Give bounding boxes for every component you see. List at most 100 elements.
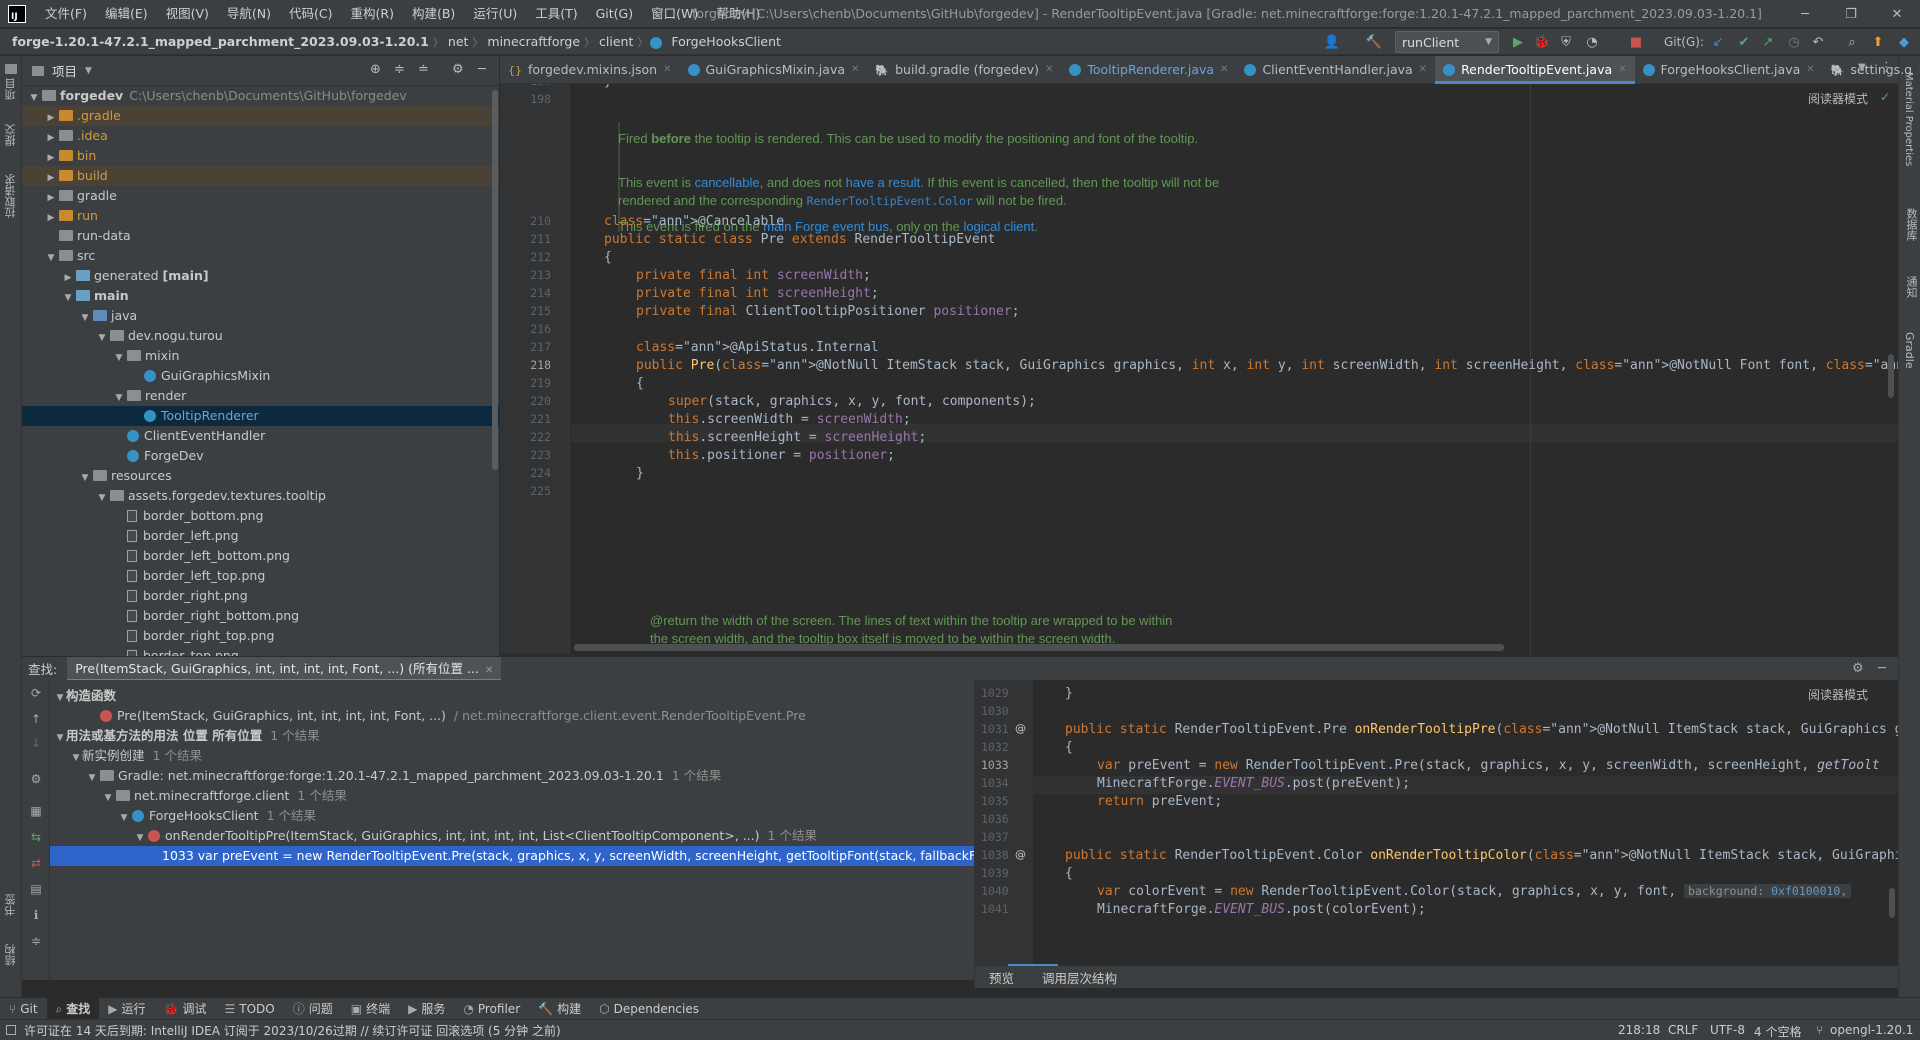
project-scrollbar[interactable] <box>492 90 498 470</box>
more-options-icon[interactable]: ⋮ <box>1880 60 1893 75</box>
profile-icon[interactable]: ◔ <box>1582 33 1602 51</box>
rerun-icon[interactable]: ⟳ <box>28 686 44 702</box>
coverage-icon[interactable]: ⛨ <box>1556 33 1576 51</box>
chevron-down-icon[interactable]: ▼ <box>134 828 146 848</box>
pull-requests-tool-label[interactable]: 拉取请求 <box>3 174 19 218</box>
editor-horizontal-scrollbar[interactable] <box>574 644 1504 651</box>
menu-item[interactable]: 视图(V) <box>157 0 218 28</box>
collapse-all-icon[interactable]: ≐ <box>418 62 429 77</box>
debug-icon[interactable]: 🐞 <box>1532 33 1552 51</box>
annotation-gutter-icon[interactable]: @ <box>1015 722 1026 735</box>
git-commit-icon[interactable]: ✔ <box>1734 33 1754 51</box>
tree-node[interactable]: ▶ .gradle <box>22 106 499 126</box>
tree-node[interactable]: ▶ .idea <box>22 126 499 146</box>
file-encoding[interactable]: UTF-8 <box>1710 1023 1745 1037</box>
find-result-row[interactable]: ▼ onRenderTooltipPre(ItemStack, GuiGraphi… <box>50 826 974 846</box>
run-icon[interactable]: ▶ <box>1508 33 1528 51</box>
menu-item[interactable]: 代码(C) <box>280 0 341 28</box>
inspection-ok-icon[interactable]: ✓ <box>1880 90 1890 104</box>
tree-node[interactable]: border_left_bottom.png <box>22 546 499 566</box>
find-result-row[interactable]: ▼ ForgeHooksClient 1 个结果 <box>50 806 974 826</box>
status-message[interactable]: 许可证在 14 天后到期: IntelliJ IDEA 订阅于 2023/10/… <box>16 1022 561 1039</box>
editor-tab[interactable]: TooltipRenderer.java ✕ <box>1061 56 1236 84</box>
preview-reader-mode-toggle[interactable]: 阅读器模式 <box>1808 686 1868 703</box>
updates-icon[interactable]: ⬆ <box>1868 33 1888 51</box>
tool-window-problems[interactable]: ⓘ 问题 <box>284 998 342 1020</box>
project-panel-title[interactable]: 项目 <box>52 61 77 80</box>
tool-window-terminal[interactable]: ▣ 终端 <box>342 998 399 1020</box>
tree-node[interactable]: border_left_top.png <box>22 566 499 586</box>
close-tab-icon[interactable]: ✕ <box>663 64 671 75</box>
chevron-down-icon[interactable]: ▼ <box>86 768 98 788</box>
close-tab-icon[interactable]: ✕ <box>851 64 859 75</box>
doc-link-cancellable[interactable]: cancellable <box>695 175 760 190</box>
tree-node[interactable]: border_bottom.png <box>22 506 499 526</box>
editor-tab[interactable]: GuiGraphicsMixin.java ✕ <box>680 56 868 84</box>
tool-window-dependencies[interactable]: ⬡ Dependencies <box>590 998 708 1020</box>
menu-item[interactable]: 重构(R) <box>342 0 403 28</box>
breadcrumb-forgehooksclient[interactable]: ForgeHooksClient <box>667 34 785 49</box>
tree-node[interactable]: ForgeDev <box>22 446 499 466</box>
menu-item[interactable]: Git(G) <box>587 0 643 28</box>
tree-node[interactable]: border_right.png <box>22 586 499 606</box>
tab-call-hierarchy[interactable]: 调用层次结构 <box>1028 968 1131 987</box>
tree-node[interactable]: ▼ resources <box>22 466 499 486</box>
chevron-down-icon[interactable]: ▼ <box>79 468 91 488</box>
preview-icon[interactable]: ▤ <box>28 882 44 898</box>
previous-occurrence-icon[interactable]: ↑ <box>28 712 44 728</box>
menu-item[interactable]: 工具(T) <box>526 0 586 28</box>
stop-icon[interactable]: ■ <box>1626 33 1646 51</box>
bookmarks-tool-label[interactable]: 书签 <box>3 894 19 916</box>
close-tab-icon[interactable]: ✕ <box>485 665 493 676</box>
tree-node[interactable]: ▼ src <box>22 246 499 266</box>
tool-window-todo[interactable]: ☰ TODO <box>216 998 284 1020</box>
find-result-row[interactable]: 1033 var preEvent = new RenderTooltipEve… <box>50 846 974 866</box>
find-result-row[interactable]: ▼ net.minecraftforge.client 1 个结果 <box>50 786 974 806</box>
user-icon[interactable]: 👤 <box>1322 33 1342 51</box>
code-editor[interactable]: 197 198 210 211 212 213 214 215 216 217 218 219 220 2… <box>500 84 1898 654</box>
caret-position[interactable]: 218:18 <box>1618 1023 1660 1037</box>
chevron-down-icon[interactable]: ▼ <box>113 348 125 368</box>
editor-tab[interactable]: 🐘settings.g✕ <box>1823 56 1920 84</box>
rollback-icon[interactable]: ↶ <box>1808 33 1828 51</box>
close-tab-icon[interactable]: ✕ <box>1220 64 1228 75</box>
chevron-down-icon[interactable]: ▼ <box>54 688 66 708</box>
hide-panel-icon[interactable]: ─ <box>1878 661 1886 676</box>
breadcrumb-root[interactable]: forge-1.20.1-47.2.1_mapped_parchment_202… <box>0 34 433 49</box>
tool-window-search[interactable]: ⌕ 查找 <box>46 997 100 1020</box>
gradle-tool-label[interactable]: Gradle <box>1903 332 1916 369</box>
chevron-right-icon[interactable]: ▶ <box>45 108 57 128</box>
chevron-right-icon[interactable]: ▶ <box>62 268 74 288</box>
chevron-down-icon[interactable]: ▼ <box>85 66 92 76</box>
show-read-access-icon[interactable]: ⇆ <box>28 830 44 846</box>
tree-node[interactable]: ▼ mixin <box>22 346 499 366</box>
material-properties-tool-label[interactable]: Material Properties <box>1903 72 1914 166</box>
tree-node[interactable]: GuiGraphicsMixin <box>22 366 499 386</box>
search-everywhere-icon[interactable]: ⌕ <box>1842 33 1862 51</box>
chevron-down-icon[interactable]: ▼ <box>113 388 125 408</box>
tab-preview[interactable]: 预览 <box>975 968 1028 987</box>
commit-tool-label[interactable]: 提交 <box>3 124 19 146</box>
info-icon[interactable]: ℹ <box>28 908 44 924</box>
settings-icon[interactable]: ⚙ <box>28 772 44 788</box>
chevron-down-icon[interactable]: ▼ <box>28 88 40 108</box>
chevron-down-icon[interactable]: ▼ <box>96 328 108 348</box>
preview-scrollbar[interactable] <box>1889 888 1895 918</box>
breadcrumb-client[interactable]: client <box>595 34 637 49</box>
next-occurrence-icon[interactable]: ↓ <box>28 736 44 752</box>
doc-code-ref[interactable]: RenderTooltipEvent.Color <box>807 194 973 208</box>
structure-tool-label[interactable]: 结构 <box>3 944 19 966</box>
tabs-overflow-icon[interactable]: ▼ <box>1858 62 1866 73</box>
editor-tab[interactable]: RenderTooltipEvent.java ✕ <box>1435 55 1635 84</box>
chevron-down-icon[interactable]: ▼ <box>62 288 74 308</box>
editor-tab[interactable]: 🐘 build.gradle (forgedev) ✕ <box>867 56 1061 84</box>
locate-icon[interactable]: ⊕ <box>370 62 381 77</box>
git-push-icon[interactable]: ↗ <box>1758 33 1778 51</box>
hide-panel-icon[interactable]: ─ <box>478 62 486 77</box>
tool-window-profiler[interactable]: ◔ Profiler <box>454 998 529 1020</box>
breadcrumb-net[interactable]: net <box>444 34 473 49</box>
run-configuration-select[interactable]: runClient ▼ <box>1395 31 1499 53</box>
build-hammer-icon[interactable]: 🔨 <box>1364 33 1384 51</box>
tree-node[interactable]: ▶ run <box>22 206 499 226</box>
find-result-row[interactable]: ▼ Gradle: net.minecraftforge:forge:1.20.1… <box>50 766 974 786</box>
